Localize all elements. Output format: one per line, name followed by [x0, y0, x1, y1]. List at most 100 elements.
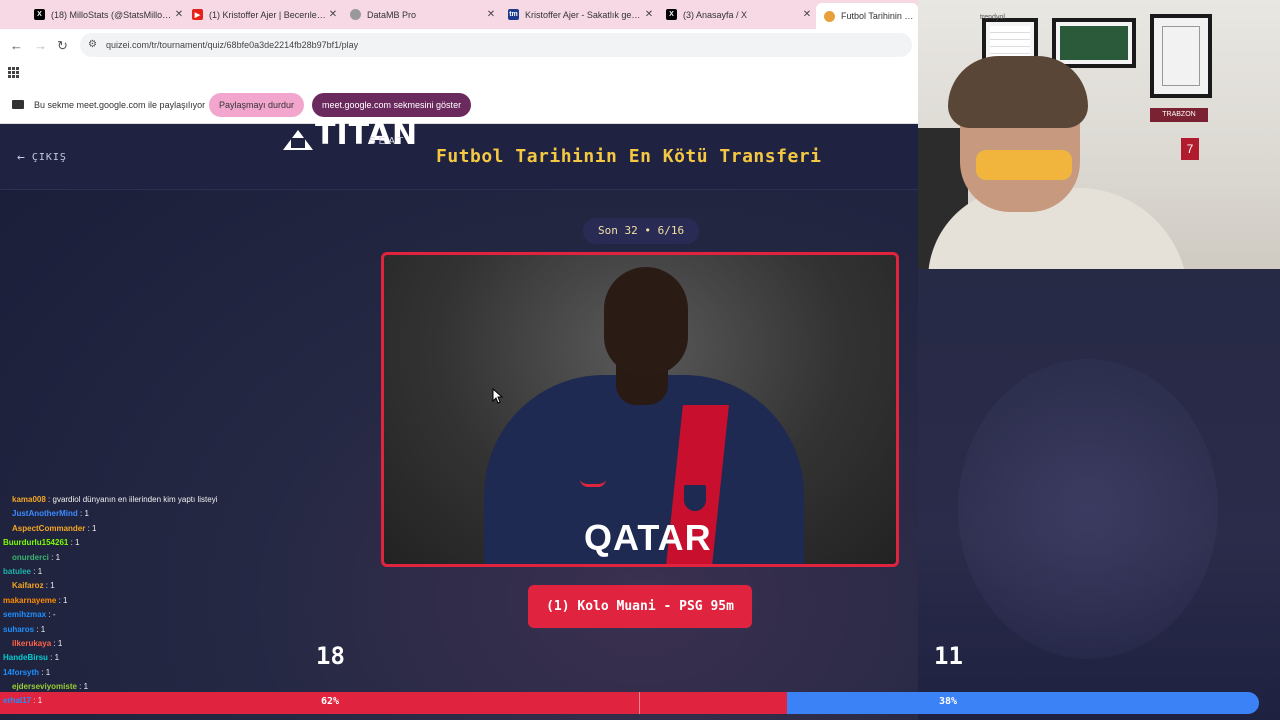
- chat-text: : 1: [80, 509, 89, 519]
- chat-message: HandeBirsu : 1: [3, 651, 243, 665]
- chat-message: AspectCommander : 1: [3, 522, 243, 536]
- tab-label: (3) Anasayfa / X: [683, 9, 748, 20]
- tactics-board: [1150, 14, 1212, 98]
- chat-text: : 1: [53, 638, 63, 648]
- close-tab-icon[interactable]: ✕: [484, 9, 498, 20]
- chat-message: makarnayeme : 1: [3, 594, 243, 608]
- chat-message: ilkerukaya : 1: [3, 637, 243, 651]
- head-shape: [604, 267, 688, 375]
- screen-share-icon: [12, 100, 24, 109]
- browser-tab-active[interactable]: Futbol Tarihinin En Kötü: [816, 3, 918, 29]
- chat-message: 14forsyth : 1: [3, 666, 243, 680]
- chat-message: ejderseviyomiste : 1: [3, 680, 243, 694]
- tab-share-bar: Bu sekme meet.google.com ile paylaşılıyo…: [0, 85, 918, 124]
- player-photo[interactable]: QATAR: [381, 252, 899, 567]
- close-tab-icon[interactable]: ✕: [326, 9, 340, 20]
- vote-bar-center-divider: [639, 692, 640, 714]
- chat-message: semihzmax : -: [3, 608, 243, 622]
- screen: X (18) MilloStats (@StatsMillo) / X ✕ ▶ …: [0, 0, 1280, 720]
- chat-text: : 1: [36, 624, 46, 634]
- chat-text: : 1: [45, 581, 55, 591]
- close-tab-icon[interactable]: ✕: [800, 9, 814, 20]
- chat-username[interactable]: Buurdurlu154261: [3, 538, 68, 547]
- chat-username[interactable]: JustAnotherMind: [12, 509, 78, 518]
- youtube-icon: ▶: [192, 9, 203, 20]
- vote-percent-right: 38%: [939, 696, 958, 707]
- chat-username[interactable]: Kaifaroz: [12, 581, 44, 590]
- chat-username[interactable]: makarnayeme: [3, 596, 56, 605]
- arrow-left-icon: ←: [17, 150, 26, 165]
- tab-label: Kristoffer Ajer - Sakatlık geçmişi: [525, 9, 642, 20]
- chat-text: : -: [48, 610, 56, 620]
- chat-text: : 1: [51, 552, 61, 562]
- url-field[interactable]: ⚙ quizei.com/tr/tournament/quiz/68bfe0a3…: [80, 33, 912, 57]
- wall-sign-text: trendyol: [980, 14, 1005, 21]
- chat-username[interactable]: ejderseviyomiste: [12, 682, 77, 691]
- chat-username[interactable]: ilkerukaya: [12, 639, 51, 648]
- chat-message: onurderci : 1: [3, 551, 243, 565]
- nike-swoosh-icon: [580, 479, 606, 487]
- apps-grid-icon[interactable]: [8, 67, 19, 78]
- quiz-title: Futbol Tarihinin En Kötü Transferi: [436, 146, 822, 167]
- page-background-right: [918, 269, 1280, 720]
- scarf-text: TRABZON: [1150, 108, 1208, 122]
- browser-tab-bar: X (18) MilloStats (@StatsMillo) / X ✕ ▶ …: [0, 0, 918, 29]
- mouse-cursor-icon: [492, 388, 503, 404]
- bookmarks-bar: [0, 61, 918, 85]
- browser-tab[interactable]: tm Kristoffer Ajer - Sakatlık geçmişi ✕: [500, 4, 656, 25]
- round-indicator: Son 32 • 6/16: [583, 218, 700, 244]
- reload-icon[interactable]: ↻: [57, 38, 68, 54]
- chat-message: kama008 : gvardiol dünyanın en iilerinde…: [3, 493, 243, 507]
- titan-seat-logo: TITAN SEAT: [281, 114, 418, 150]
- chat-text: : 1: [70, 538, 80, 548]
- tab-label: DataMB Pro: [367, 9, 417, 20]
- chat-text: : 1: [87, 523, 97, 533]
- red-number-card: 7: [1181, 138, 1199, 160]
- sunglasses-icon: [976, 150, 1072, 180]
- back-arrow-icon[interactable]: ←: [10, 38, 23, 53]
- chat-username[interactable]: HandeBirsu: [3, 653, 48, 662]
- chat-text: : 1: [50, 653, 60, 663]
- browser-tab[interactable]: ▶ (1) Kristoffer Ajer | Becerıler ve Hed…: [184, 4, 340, 25]
- chat-message: batulee : 1: [3, 565, 243, 579]
- chat-message: JustAnotherMind : 1: [3, 507, 243, 521]
- transfermarkt-icon: tm: [508, 9, 519, 20]
- chat-username[interactable]: 14forsyth: [3, 668, 39, 677]
- site-settings-icon[interactable]: ⚙: [88, 39, 100, 51]
- chat-username[interactable]: erhal17: [3, 696, 31, 705]
- browser-tab[interactable]: X (18) MilloStats (@StatsMillo) / X ✕: [26, 4, 186, 25]
- exit-button[interactable]: ← ÇIKIŞ: [17, 150, 67, 165]
- chat-overlay: kama008 : gvardiol dünyanın en iilerinde…: [3, 493, 243, 709]
- chat-text: : gvardiol dünyanın en iilerinden kim ya…: [48, 495, 218, 504]
- webcam-feed: trendyol TRABZON 7: [918, 0, 1280, 269]
- quizei-icon: [824, 10, 835, 22]
- chat-message: Kaifaroz : 1: [3, 579, 243, 593]
- chat-username[interactable]: kama008: [12, 495, 46, 504]
- chat-username[interactable]: suharos: [3, 625, 34, 634]
- address-bar: ← → ↻ ⚙ quizei.com/tr/tournament/quiz/68…: [0, 29, 918, 61]
- chat-username[interactable]: AspectCommander: [12, 524, 85, 533]
- url-text: quizei.com/tr/tournament/quiz/68bfe0a3de…: [106, 40, 359, 50]
- chat-username[interactable]: semihzmax: [3, 610, 46, 619]
- answer-option-button[interactable]: (1) Kolo Muani - PSG 95m: [528, 585, 752, 628]
- x-logo-icon: X: [666, 9, 677, 20]
- tab-label: Futbol Tarihinin En Kötü: [841, 11, 918, 21]
- browser-tab[interactable]: DataMB Pro ✕: [342, 4, 498, 25]
- chat-username[interactable]: batulee: [3, 567, 31, 576]
- wall-frame: [1052, 18, 1136, 68]
- chat-message: erhal17 : 1: [3, 694, 243, 708]
- chat-username[interactable]: onurderci: [12, 553, 49, 562]
- share-status-text: Bu sekme meet.google.com ile paylaşılıyo…: [34, 100, 206, 110]
- chat-message: Buurdurlu154261 : 1: [3, 536, 243, 550]
- vote-percent-left: 62%: [321, 696, 340, 707]
- forward-arrow-icon[interactable]: →: [34, 38, 47, 53]
- chat-text: : 1: [33, 696, 43, 706]
- chat-text: : 1: [58, 595, 68, 605]
- logo-mark-icon: [281, 128, 315, 150]
- jersey-sponsor-text: QATAR: [584, 517, 712, 558]
- close-tab-icon[interactable]: ✕: [642, 9, 656, 20]
- vote-count-right: 11: [934, 642, 963, 670]
- chat-text: : 1: [41, 667, 51, 677]
- psg-crest-icon: [682, 483, 708, 513]
- browser-tab[interactable]: X (3) Anasayfa / X ✕: [658, 4, 814, 25]
